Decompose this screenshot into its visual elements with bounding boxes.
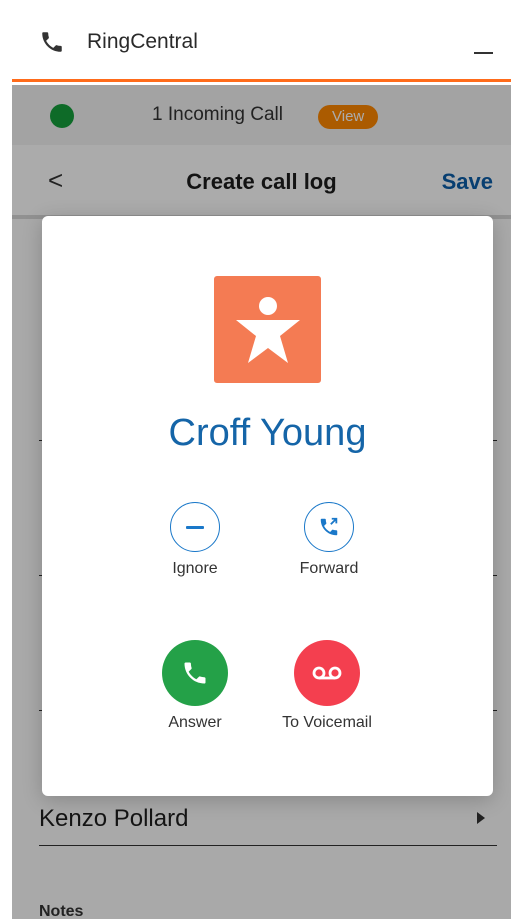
phone-icon bbox=[42, 32, 62, 52]
answer-button[interactable]: Answer bbox=[150, 640, 240, 732]
person-icon bbox=[236, 297, 300, 363]
forward-call-icon[interactable] bbox=[304, 502, 354, 552]
voicemail-icon[interactable] bbox=[294, 640, 360, 706]
answer-label: Answer bbox=[168, 714, 222, 731]
forward-button[interactable]: Forward bbox=[289, 502, 369, 578]
voicemail-button[interactable]: To Voicemail bbox=[270, 640, 384, 732]
phone-icon[interactable] bbox=[162, 640, 228, 706]
ignore-button[interactable]: Ignore bbox=[155, 502, 235, 578]
caller-avatar bbox=[214, 276, 321, 383]
window-titlebar: RingCentral bbox=[12, 10, 511, 82]
app-title: RingCentral bbox=[87, 30, 198, 53]
voicemail-label: To Voicemail bbox=[282, 714, 372, 731]
incoming-call-modal: Croff Young Ignore Forward Answer To Voi… bbox=[42, 216, 493, 796]
ignore-label: Ignore bbox=[172, 560, 218, 577]
caller-name: Croff Young bbox=[168, 412, 367, 454]
forward-label: Forward bbox=[299, 560, 359, 577]
minimize-icon[interactable] bbox=[472, 34, 496, 58]
minus-icon[interactable] bbox=[170, 502, 220, 552]
